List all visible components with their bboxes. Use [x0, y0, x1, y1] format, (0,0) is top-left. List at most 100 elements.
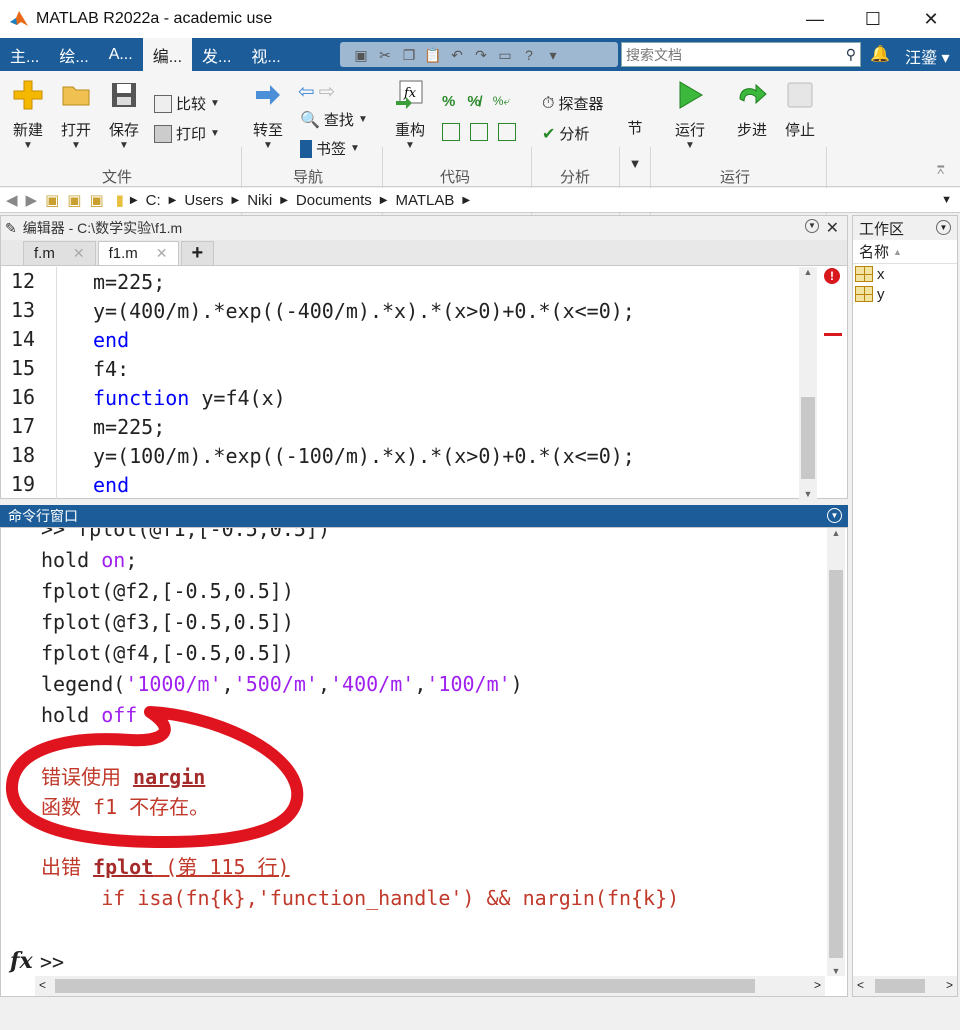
command-line: hold off: [41, 703, 138, 727]
breadcrumb-users[interactable]: Users: [184, 192, 223, 209]
scroll-right-icon[interactable]: >: [814, 978, 821, 992]
switch-window-icon[interactable]: ▭: [496, 46, 514, 64]
open-label: 打开: [60, 122, 91, 139]
panel-menu-icon[interactable]: ▼: [827, 508, 842, 523]
breadcrumb-niki[interactable]: Niki: [247, 192, 272, 209]
tab-plots[interactable]: 绘...: [49, 38, 98, 71]
redo-icon[interactable]: ↷: [472, 46, 490, 64]
forward-arrow-icon[interactable]: ▶: [26, 191, 38, 209]
breadcrumb-documents[interactable]: Documents: [296, 192, 372, 209]
cut-icon[interactable]: ✂: [376, 46, 394, 64]
open-button[interactable]: 打开 ▼: [58, 79, 94, 151]
tab-home[interactable]: 主...: [0, 38, 49, 71]
browse-for-folder-icon[interactable]: ▣: [89, 191, 103, 209]
scroll-thumb[interactable]: [829, 570, 843, 958]
decrease-indent-icon[interactable]: [470, 123, 488, 141]
comment-icon[interactable]: %: [442, 93, 455, 110]
uncomment-icon[interactable]: %̸: [467, 93, 480, 110]
scroll-up-icon[interactable]: ▲: [827, 528, 845, 538]
profiler-label: 探查器: [558, 96, 604, 113]
increase-indent-icon[interactable]: [498, 123, 516, 141]
scroll-down-icon[interactable]: ▼: [827, 966, 845, 976]
editor-vertical-scrollbar[interactable]: ▲ ▼: [799, 267, 817, 499]
section-button[interactable]: 节 ▼: [626, 117, 644, 171]
goto-button[interactable]: 转至 ▼: [250, 79, 286, 151]
smart-indent-icon[interactable]: [442, 123, 460, 141]
undo-icon[interactable]: ↶: [448, 46, 466, 64]
scroll-down-icon[interactable]: ▼: [799, 489, 817, 499]
scroll-thumb[interactable]: [875, 979, 925, 993]
error-link-nargin[interactable]: nargin: [133, 765, 205, 789]
command-window[interactable]: >> fplot(@f1,[-0.5,0.5]) hold on; fplot(…: [0, 527, 848, 997]
help-icon[interactable]: ?: [520, 46, 538, 64]
error-marker[interactable]: [824, 333, 842, 336]
bookmark-button[interactable]: 书签 ▼: [300, 138, 360, 159]
workspace-var-x[interactable]: x: [853, 264, 957, 284]
close-editor-icon[interactable]: ✕: [826, 218, 839, 238]
search-documentation-input[interactable]: 搜索文档 ⚲: [621, 42, 861, 67]
minimize-button[interactable]: —: [786, 0, 844, 38]
run-button[interactable]: 运行 ▼: [672, 79, 708, 151]
address-dropdown-icon[interactable]: ▼: [941, 194, 952, 206]
panel-menu-icon[interactable]: ▼: [805, 219, 819, 233]
error-link-fplot[interactable]: fplot: [93, 855, 153, 879]
function-browser-fx-icon[interactable]: fx: [10, 948, 33, 974]
scroll-left-icon[interactable]: <: [39, 978, 46, 992]
browse-folder-icon[interactable]: ▣: [67, 191, 81, 209]
tab-f1-m[interactable]: f1.m ✕: [97, 241, 179, 265]
compare-button[interactable]: 比较 ▼: [154, 93, 220, 114]
search-icon[interactable]: ⚲: [846, 46, 856, 63]
command-horizontal-scrollbar[interactable]: < >: [35, 976, 825, 996]
scroll-up-icon[interactable]: ▲: [799, 267, 817, 277]
forward-arrow-icon[interactable]: ⇨: [319, 79, 336, 104]
scroll-thumb[interactable]: [801, 397, 815, 479]
analyze-button[interactable]: ✔ 分析: [542, 123, 589, 144]
up-folder-icon[interactable]: ▣: [45, 191, 59, 209]
scroll-left-icon[interactable]: <: [857, 978, 864, 992]
breadcrumb-c[interactable]: C:: [146, 192, 161, 209]
workspace-horizontal-scrollbar[interactable]: < >: [853, 976, 957, 996]
find-button[interactable]: 🔍 查找 ▼: [300, 109, 368, 130]
workspace-column-name[interactable]: 名称 ▲: [853, 240, 957, 264]
wrap-comment-icon[interactable]: %⤶: [493, 94, 510, 109]
stop-button[interactable]: 停止: [782, 79, 818, 140]
bookmark-icon: [300, 139, 312, 158]
tab-view[interactable]: 视...: [241, 38, 290, 71]
save-button[interactable]: 保存 ▼: [106, 79, 142, 151]
tab-f-m[interactable]: f.m ✕: [23, 241, 96, 265]
collapse-ribbon-icon[interactable]: ⩞: [937, 163, 944, 178]
tab-publish[interactable]: 发...: [192, 38, 241, 71]
paste-icon[interactable]: 📋: [424, 46, 442, 64]
back-arrow-icon[interactable]: ⇦: [298, 79, 315, 104]
notification-bell-icon[interactable]: 🔔: [870, 44, 890, 64]
save-icon[interactable]: ▣: [352, 46, 370, 64]
scroll-thumb[interactable]: [55, 979, 755, 993]
close-tab-icon[interactable]: ✕: [156, 245, 168, 262]
breadcrumb-matlab[interactable]: MATLAB: [395, 192, 454, 209]
command-vertical-scrollbar[interactable]: ▲ ▼: [827, 528, 845, 976]
command-line: legend('1000/m','500/m','400/m','100/m'): [41, 672, 523, 696]
scroll-right-icon[interactable]: >: [946, 978, 953, 992]
print-button[interactable]: 打印 ▼: [154, 123, 220, 144]
command-prompt[interactable]: >>: [40, 950, 64, 974]
tab-apps[interactable]: A...: [99, 38, 143, 71]
close-tab-icon[interactable]: ✕: [73, 245, 85, 262]
code-analyzer-error-icon[interactable]: !: [824, 268, 840, 284]
tab-editor[interactable]: 编...: [142, 38, 193, 71]
code-area[interactable]: 12 m=225; 13 y=(400/m).*exp((-400/m).*x).*…: [1, 267, 799, 499]
maximize-button[interactable]: ☐: [844, 0, 902, 38]
customize-icon[interactable]: ▾: [544, 46, 562, 64]
new-button[interactable]: 新建 ▼: [10, 79, 46, 151]
error-link-line[interactable]: (第 115 行): [153, 855, 289, 879]
add-tab-button[interactable]: +: [180, 241, 215, 265]
step-button[interactable]: 步进: [734, 79, 770, 140]
back-forward-buttons[interactable]: ⇦ ⇨: [298, 79, 336, 104]
copy-icon[interactable]: ❐: [400, 46, 418, 64]
close-button[interactable]: ✕: [902, 0, 960, 38]
workspace-var-y[interactable]: y: [853, 284, 957, 304]
refactor-button[interactable]: fx 重构 ▼: [392, 79, 428, 151]
profiler-button[interactable]: ⏱ 探查器: [542, 93, 604, 114]
panel-menu-icon[interactable]: ▼: [936, 220, 951, 235]
user-menu[interactable]: 汪鎏 ▾: [905, 44, 950, 68]
back-arrow-icon[interactable]: ◀: [6, 191, 18, 209]
